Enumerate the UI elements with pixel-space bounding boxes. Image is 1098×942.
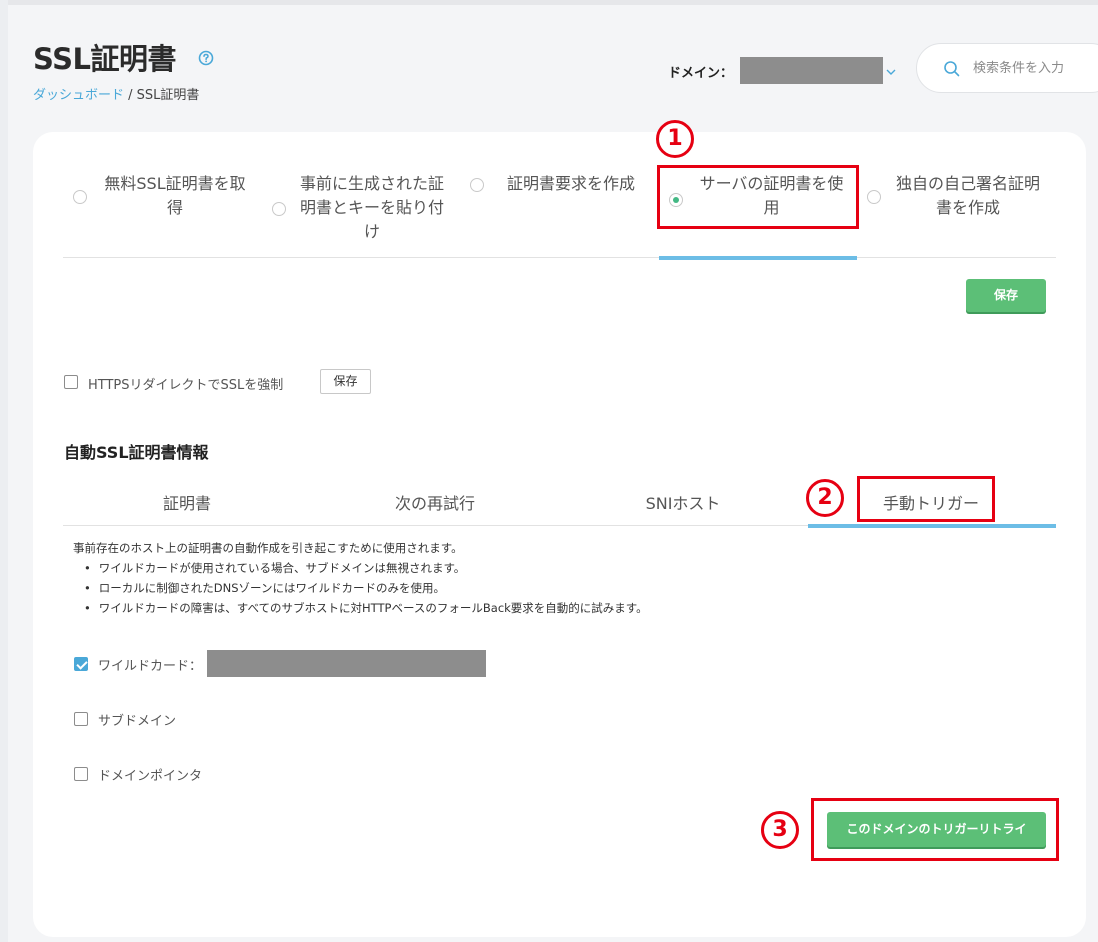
highlight-box-2	[857, 476, 995, 522]
wildcard-checkbox[interactable]	[74, 657, 88, 671]
option-free-ssl[interactable]: 無料SSL証明書を取 得	[95, 172, 255, 220]
left-border	[0, 0, 8, 942]
option-line: 書を作成	[935, 198, 1000, 217]
option-line: 独自の自己署名証明	[895, 174, 1040, 193]
question-circle-icon[interactable]	[198, 50, 214, 66]
option-paste-cert[interactable]: 事前に生成された証 明書とキーを貼り付 け	[292, 172, 452, 244]
annotation-number-3: 3	[761, 811, 799, 849]
annotation-number-1: 1	[656, 120, 694, 158]
manual-trigger-description: 事前存在のホスト上の証明書の自動作成を引き起こすために使用されます。 ワイルドカ…	[73, 538, 648, 618]
https-redirect-checkbox[interactable]	[64, 375, 78, 389]
option-create-csr[interactable]: 証明書要求を作成	[497, 172, 645, 196]
tab-certificate[interactable]: 証明書	[107, 490, 267, 514]
domain-pointer-checkbox[interactable]	[74, 767, 88, 781]
highlight-box-3	[811, 798, 1059, 861]
list-item: ローカルに制御されたDNSゾーンにはワイルドカードのみを使用。	[84, 578, 648, 598]
option-line: 事前に生成された証	[299, 174, 444, 193]
search-input[interactable]	[973, 58, 1098, 78]
search-box[interactable]	[916, 43, 1098, 93]
active-option-underline	[659, 256, 857, 260]
subdomain-label: サブドメイン	[98, 714, 177, 729]
options-divider	[63, 257, 1056, 258]
annotation-number-2: 2	[806, 479, 844, 517]
breadcrumb-dashboard-link[interactable]: ダッシュボード	[33, 88, 124, 103]
tab-next-retry[interactable]: 次の再試行	[355, 490, 515, 514]
option-line: 無料SSL証明書を取	[104, 174, 246, 193]
wildcard-domain-value	[207, 650, 486, 677]
chevron-down-icon[interactable]	[885, 63, 897, 75]
radio-paste-cert[interactable]	[272, 202, 286, 216]
subdomain-checkbox[interactable]	[74, 712, 88, 726]
search-icon	[943, 60, 961, 78]
option-line: 明書とキーを貼り付	[299, 198, 444, 217]
https-redirect-save-button[interactable]: 保存	[320, 369, 371, 394]
wildcard-label: ワイルドカード：	[98, 659, 203, 674]
page-title: SSL証明書	[33, 42, 176, 76]
option-self-signed[interactable]: 独自の自己署名証明 書を作成	[888, 172, 1048, 220]
breadcrumb-separator: /	[124, 88, 137, 103]
radio-free-ssl[interactable]	[73, 190, 87, 204]
breadcrumb-current: SSL証明書	[136, 88, 200, 103]
auto-ssl-title: 自動SSL証明書情報	[64, 443, 209, 462]
tab-sni-host[interactable]: SNIホスト	[603, 490, 763, 514]
breadcrumb: ダッシュボード / SSL証明書	[33, 84, 199, 103]
domain-select[interactable]	[740, 57, 883, 84]
description-bullets: ワイルドカードが使用されている場合、サブドメインは無視されます。 ローカルに制御…	[73, 558, 648, 618]
save-button[interactable]: 保存	[966, 279, 1046, 312]
option-line: け	[363, 222, 380, 241]
description-text: 事前存在のホスト上の証明書の自動作成を引き起こすために使用されます。	[73, 541, 463, 555]
top-border	[0, 0, 1098, 5]
list-item: ワイルドカードの障害は、すべてのサブホストに対HTTPベースのフォールBack要…	[84, 598, 648, 618]
domain-label: ドメイン：	[668, 66, 734, 81]
option-line: 得	[166, 198, 183, 217]
domain-pointer-label: ドメインポインタ	[98, 769, 203, 784]
https-redirect-label: HTTPSリダイレクトでSSLを強制	[88, 378, 284, 393]
list-item: ワイルドカードが使用されている場合、サブドメインは無視されます。	[84, 558, 648, 578]
option-line: 証明書要求を作成	[506, 174, 635, 193]
radio-self-signed[interactable]	[867, 190, 881, 204]
highlight-box-1	[657, 165, 859, 229]
active-subtab-underline	[808, 524, 1056, 528]
radio-create-csr[interactable]	[470, 178, 484, 192]
